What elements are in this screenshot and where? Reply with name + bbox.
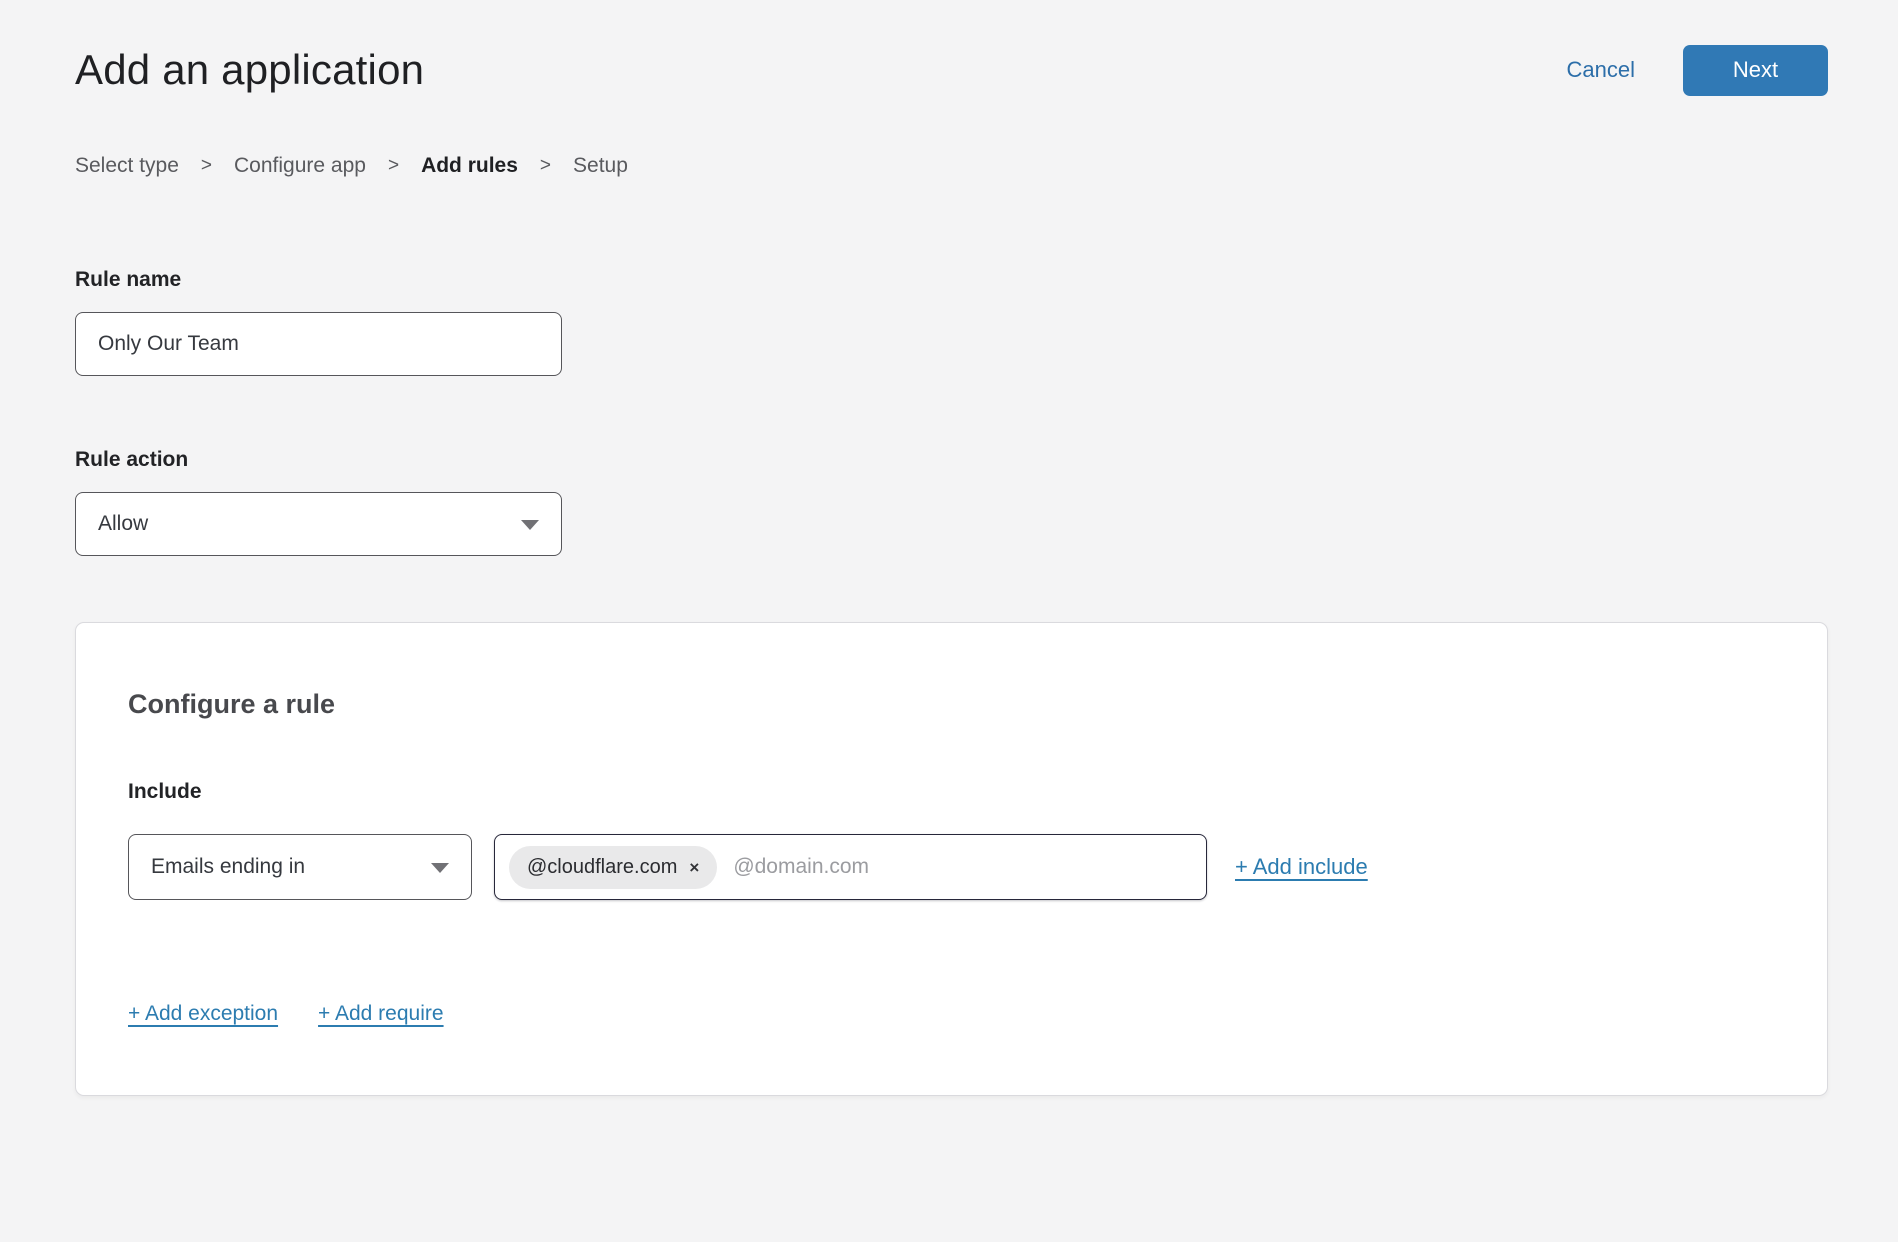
page-title: Add an application bbox=[75, 46, 424, 94]
add-exception-link[interactable]: + Add exception bbox=[128, 1002, 278, 1026]
breadcrumb-separator: > bbox=[388, 155, 399, 177]
add-include-link[interactable]: + Add include bbox=[1235, 854, 1368, 880]
configure-rule-card: Configure a rule Include Emails ending i… bbox=[75, 622, 1828, 1096]
rule-action-select[interactable]: Allow bbox=[75, 492, 562, 556]
email-domain-text-input[interactable] bbox=[733, 855, 1192, 879]
include-value-input[interactable]: @cloudflare.com × bbox=[494, 834, 1207, 900]
header-actions: Cancel Next bbox=[1567, 45, 1828, 96]
rule-action-selected-value: Allow bbox=[98, 512, 148, 536]
rule-card-links: + Add exception + Add require bbox=[128, 1002, 1775, 1026]
rule-name-label: Rule name bbox=[75, 268, 1828, 292]
include-rule-row: Emails ending in @cloudflare.com × + Add… bbox=[128, 834, 1775, 900]
email-domain-chip: @cloudflare.com × bbox=[509, 846, 717, 889]
rule-action-field: Rule action Allow bbox=[75, 448, 1828, 556]
cancel-button[interactable]: Cancel bbox=[1567, 57, 1635, 83]
breadcrumb-step-configure-app[interactable]: Configure app bbox=[234, 154, 366, 178]
chevron-down-icon bbox=[521, 520, 539, 530]
breadcrumb-separator: > bbox=[540, 155, 551, 177]
breadcrumb-separator: > bbox=[201, 155, 212, 177]
chevron-down-icon bbox=[431, 863, 449, 873]
email-domain-chip-label: @cloudflare.com bbox=[527, 856, 677, 879]
breadcrumb: Select type > Configure app > Add rules … bbox=[75, 154, 1828, 178]
rule-action-label: Rule action bbox=[75, 448, 1828, 472]
breadcrumb-step-setup[interactable]: Setup bbox=[573, 154, 628, 178]
add-application-page: Add an application Cancel Next Select ty… bbox=[0, 42, 1898, 1096]
chip-remove-icon[interactable]: × bbox=[689, 859, 699, 876]
next-button[interactable]: Next bbox=[1683, 45, 1828, 96]
include-selector-select[interactable]: Emails ending in bbox=[128, 834, 472, 900]
include-selector-value: Emails ending in bbox=[151, 855, 305, 879]
rule-name-input[interactable] bbox=[75, 312, 562, 376]
breadcrumb-step-add-rules[interactable]: Add rules bbox=[421, 154, 518, 178]
page-header: Add an application Cancel Next bbox=[75, 42, 1828, 98]
breadcrumb-step-select-type[interactable]: Select type bbox=[75, 154, 179, 178]
add-require-link[interactable]: + Add require bbox=[318, 1002, 444, 1026]
include-label: Include bbox=[128, 780, 1775, 804]
rule-name-field: Rule name bbox=[75, 268, 1828, 376]
configure-rule-title: Configure a rule bbox=[128, 689, 1775, 720]
